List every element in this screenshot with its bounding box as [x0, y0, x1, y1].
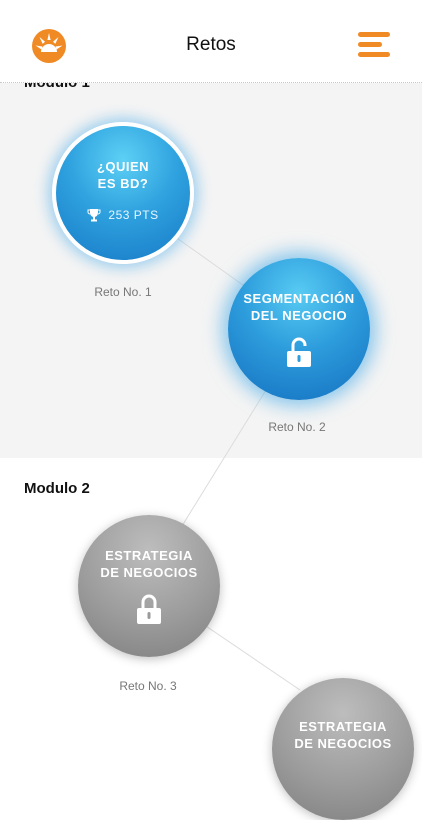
challenge-title: SEGMENTACIÓN DEL NEGOCIO: [243, 291, 355, 323]
locked-padlock-icon: [137, 594, 161, 624]
challenge-1-button[interactable]: ¿QUIEN ES BD? 253 PTS: [52, 122, 194, 264]
challenge-label: Reto No. 2: [268, 420, 326, 434]
challenge-label: Reto No. 3: [119, 679, 177, 693]
challenge-3-button[interactable]: ESTRATEGIA DE NEGOCIOS: [78, 515, 220, 657]
unlocked-padlock-icon: [287, 337, 311, 367]
challenge-title: ESTRATEGIA DE NEGOCIOS: [294, 719, 392, 751]
trophy-icon: [87, 209, 101, 222]
challenge-4-button[interactable]: ESTRATEGIA DE NEGOCIOS: [272, 678, 414, 820]
menu-bar: [358, 42, 382, 47]
challenge-title: ¿QUIEN ES BD?: [96, 159, 150, 191]
challenge-path: [173, 235, 301, 691]
menu-bar: [358, 52, 390, 57]
hamburger-menu-icon[interactable]: [358, 32, 390, 58]
app-header: Retos: [0, 0, 422, 83]
menu-bar: [358, 32, 390, 37]
challenge-2-button[interactable]: SEGMENTACIÓN DEL NEGOCIO: [228, 258, 370, 400]
challenge-points: 253 PTS: [87, 208, 158, 222]
challenge-title: ESTRATEGIA DE NEGOCIOS: [100, 548, 198, 580]
challenge-label: Reto No. 1: [94, 285, 152, 299]
